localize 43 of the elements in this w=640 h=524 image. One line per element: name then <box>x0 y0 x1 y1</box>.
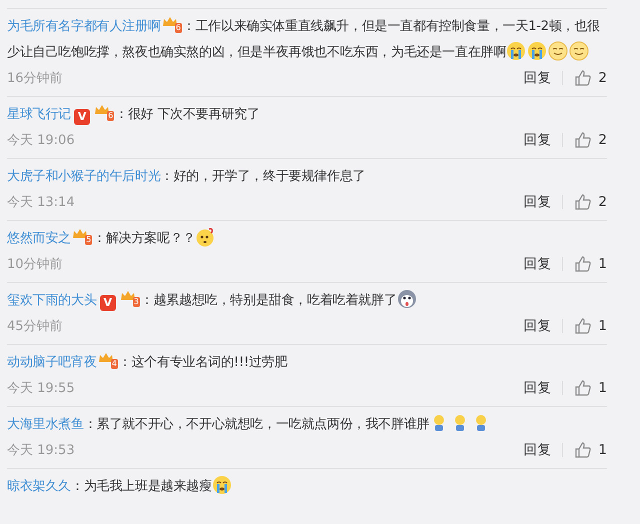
like-button[interactable]: 2 <box>574 131 607 149</box>
comment-text: 悠然而安之 5：解决方案呢？？ <box>7 226 607 252</box>
like-button[interactable]: 1 <box>574 255 607 273</box>
like-button[interactable]: 1 <box>574 317 607 335</box>
like-button[interactable]: 1 <box>574 379 607 397</box>
vip-badge: V <box>100 295 116 311</box>
smile-emoji-icon <box>548 41 568 61</box>
comment-text: 大虎子和小猴子的午后时光：好的，开学了，终于要规律作息了 <box>7 168 366 186</box>
reply-button[interactable]: 回复 <box>523 255 552 273</box>
comment-time: 今天 19:06 <box>7 132 75 149</box>
vip-badge: V <box>74 109 90 125</box>
smile-emoji-icon <box>569 41 590 61</box>
reply-button[interactable]: 回复 <box>523 131 552 149</box>
comment-time: 10分钟前 <box>7 256 63 273</box>
level-badge: 6 <box>94 103 114 121</box>
comment-time: 45分钟前 <box>7 318 63 335</box>
crying-emoji-icon <box>527 41 548 61</box>
dog-emoji-icon <box>396 289 417 309</box>
reply-button[interactable]: 回复 <box>523 317 552 335</box>
crying-emoji-icon <box>212 475 232 495</box>
level-badge: 6 <box>162 15 182 33</box>
reply-button[interactable]: 回复 <box>523 193 552 211</box>
comment-time: 今天 19:53 <box>7 442 75 459</box>
like-button[interactable]: 2 <box>574 193 607 211</box>
comment-time: 今天 13:14 <box>7 194 75 211</box>
comment-time: 16分钟前 <box>7 70 63 87</box>
comment-text: 玺欢下雨的大头 V 3：越累越想吃，特别是甜食，吃着吃着就胖了 <box>7 288 607 314</box>
crying-emoji-icon <box>506 41 526 61</box>
comment-text: 大海里水煮鱼：累了就不开心，不开心就想吃，一吃就点两份，我不胖谁胖 <box>7 412 607 438</box>
comment-text: 晾衣架久久：为毛我上班是越来越瘦 <box>7 474 607 500</box>
like-button[interactable]: 2 <box>574 69 607 87</box>
level-badge: 3 <box>120 289 140 307</box>
comment-text: 为毛所有名字都有人注册啊 6：工作以来确实体重直线飙升，但是一直都有控制食量，一天1-2顿，也很少让自己吃饱吃撑，熬夜也确实熬的凶，但是半夜再饿也不吃东西，为毛还是一直在胖啊 <box>7 14 607 66</box>
reply-button[interactable]: 回复 <box>523 69 552 87</box>
level-badge: 5 <box>72 227 92 245</box>
comment-text: 动动脑子吧宵夜 4：这个有专业名词的!!!过劳肥 <box>7 350 607 376</box>
comment-time: 今天 19:55 <box>7 380 75 397</box>
thinking-emoji-icon <box>195 227 216 247</box>
reply-button[interactable]: 回复 <box>523 379 552 397</box>
comment-text: 星球飞行记 V 6：很好 下次不要再研究了 <box>7 102 607 128</box>
like-button[interactable]: 1 <box>574 441 607 459</box>
reply-button[interactable]: 回复 <box>523 441 552 459</box>
level-badge: 4 <box>98 351 118 369</box>
